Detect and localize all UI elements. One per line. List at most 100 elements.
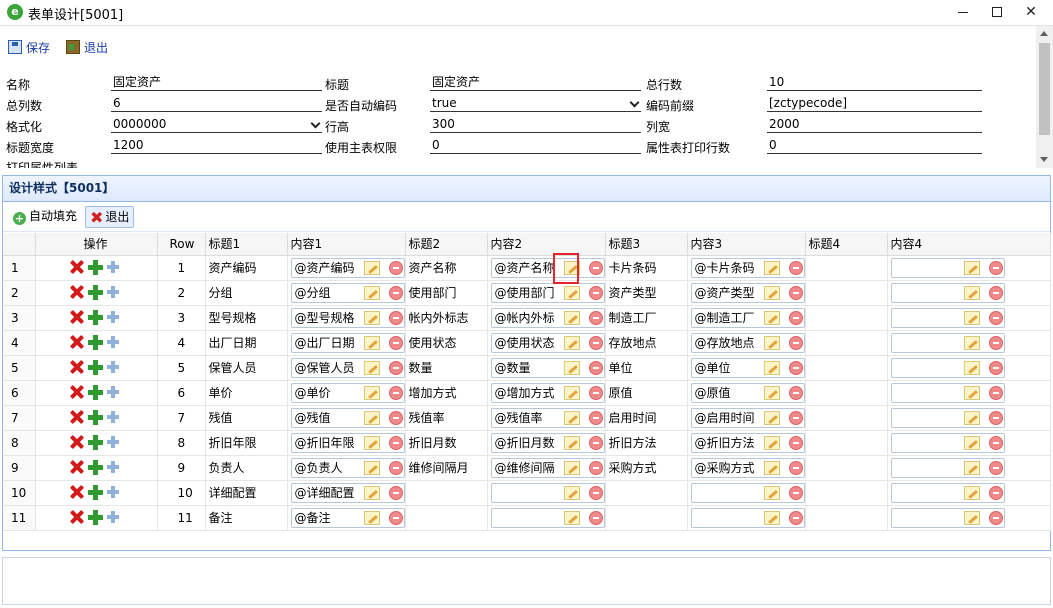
title-cell[interactable]: 制造工厂 <box>605 305 688 331</box>
pencil-icon[interactable] <box>763 386 780 400</box>
content-input[interactable]: @资产名称 <box>490 258 604 278</box>
pencil-icon[interactable] <box>763 311 780 325</box>
content-input[interactable]: @折旧月数 <box>490 433 604 453</box>
remove-icon[interactable] <box>988 311 1003 325</box>
remove-icon[interactable] <box>388 261 403 275</box>
form-scrollbar[interactable] <box>1036 26 1053 168</box>
minimize-button[interactable] <box>946 0 980 25</box>
title-cell[interactable] <box>805 455 888 481</box>
content-input[interactable] <box>890 308 1005 328</box>
pencil-icon[interactable] <box>563 411 580 425</box>
content-input[interactable]: @备注 <box>290 508 404 528</box>
content-input[interactable] <box>890 258 1005 278</box>
title-cell[interactable]: 残值率 <box>405 405 488 431</box>
pencil-icon[interactable] <box>963 511 980 525</box>
remove-icon[interactable] <box>388 286 403 300</box>
content-input[interactable] <box>890 358 1005 378</box>
content-input[interactable]: @折旧方法 <box>690 433 804 453</box>
col-header-title2[interactable]: 标题2 <box>405 233 488 256</box>
delete-row-icon[interactable] <box>70 285 84 299</box>
pencil-icon[interactable] <box>763 411 780 425</box>
remove-icon[interactable] <box>588 311 603 325</box>
remove-icon[interactable] <box>388 336 403 350</box>
name-field[interactable]: 固定资产 <box>111 74 322 91</box>
title-cell[interactable]: 资产编码 <box>205 255 288 281</box>
insert-row-icon[interactable] <box>106 260 120 274</box>
add-row-icon[interactable] <box>87 335 103 350</box>
content-input[interactable]: @卡片条码 <box>690 258 804 278</box>
title-cell[interactable]: 折旧方法 <box>605 430 688 456</box>
scroll-thumb[interactable] <box>1039 43 1050 135</box>
pencil-icon[interactable] <box>563 386 580 400</box>
title-cell[interactable] <box>405 480 488 506</box>
title-field[interactable]: 固定资产 <box>430 74 641 91</box>
title-cell[interactable]: 出厂日期 <box>205 330 288 356</box>
content-input[interactable]: @资产类型 <box>690 283 804 303</box>
remove-icon[interactable] <box>788 336 803 350</box>
title-cell[interactable] <box>605 480 688 506</box>
content-input[interactable]: @单位 <box>690 358 804 378</box>
title-cell[interactable]: 采购方式 <box>605 455 688 481</box>
content-input[interactable]: @出厂日期 <box>290 333 404 353</box>
title-cell[interactable] <box>805 480 888 506</box>
pencil-icon[interactable] <box>563 461 580 475</box>
content-input[interactable]: @增加方式 <box>490 383 604 403</box>
content-input[interactable]: @启用时间 <box>690 408 804 428</box>
content-input[interactable]: @负责人 <box>290 458 404 478</box>
scroll-up-icon[interactable] <box>1040 31 1048 36</box>
total-cols-field[interactable]: 6 <box>111 95 322 112</box>
pencil-icon[interactable] <box>763 461 780 475</box>
content-input[interactable]: @原值 <box>690 383 804 403</box>
delete-row-icon[interactable] <box>70 485 84 499</box>
title-cell[interactable]: 分组 <box>205 280 288 306</box>
title-cell[interactable]: 使用状态 <box>405 330 488 356</box>
title-cell[interactable] <box>805 305 888 331</box>
content-input[interactable]: @维修间隔 <box>490 458 604 478</box>
pencil-icon[interactable] <box>363 361 380 375</box>
auto-code-select[interactable]: true <box>430 95 641 112</box>
col-header-title1[interactable]: 标题1 <box>205 233 288 256</box>
remove-icon[interactable] <box>988 361 1003 375</box>
pencil-icon[interactable] <box>563 361 580 375</box>
content-input[interactable] <box>890 333 1005 353</box>
title-cell[interactable]: 原值 <box>605 380 688 406</box>
insert-row-icon[interactable] <box>106 310 120 324</box>
remove-icon[interactable] <box>388 386 403 400</box>
pencil-icon[interactable] <box>363 411 380 425</box>
remove-icon[interactable] <box>388 411 403 425</box>
title-cell[interactable] <box>405 505 488 531</box>
content-input[interactable] <box>890 483 1005 503</box>
add-row-icon[interactable] <box>87 510 103 525</box>
pencil-icon[interactable] <box>363 311 380 325</box>
remove-icon[interactable] <box>988 511 1003 525</box>
remove-icon[interactable] <box>788 411 803 425</box>
content-input[interactable]: @采购方式 <box>690 458 804 478</box>
row-height-field[interactable]: 300 <box>430 116 641 133</box>
title-cell[interactable]: 保管人员 <box>205 355 288 381</box>
col-header-title3[interactable]: 标题3 <box>605 233 688 256</box>
title-cell[interactable]: 使用部门 <box>405 280 488 306</box>
pencil-icon[interactable] <box>563 511 580 525</box>
pencil-icon[interactable] <box>963 261 980 275</box>
pencil-icon[interactable] <box>363 336 380 350</box>
remove-icon[interactable] <box>588 486 603 500</box>
pencil-icon[interactable] <box>363 436 380 450</box>
pencil-icon[interactable] <box>763 436 780 450</box>
content-input[interactable] <box>890 383 1005 403</box>
design-exit-button[interactable]: ✖ 退出 <box>85 206 135 228</box>
pencil-icon[interactable] <box>363 286 380 300</box>
remove-icon[interactable] <box>588 286 603 300</box>
title-cell[interactable]: 型号规格 <box>205 305 288 331</box>
title-cell[interactable]: 单位 <box>605 355 688 381</box>
pencil-icon[interactable] <box>563 286 580 300</box>
content-input[interactable]: @资产编码 <box>290 258 404 278</box>
remove-icon[interactable] <box>388 361 403 375</box>
pencil-icon[interactable] <box>963 486 980 500</box>
pencil-icon[interactable] <box>363 261 380 275</box>
title-cell[interactable]: 资产类型 <box>605 280 688 306</box>
remove-icon[interactable] <box>988 461 1003 475</box>
pencil-icon[interactable] <box>763 361 780 375</box>
remove-icon[interactable] <box>988 336 1003 350</box>
content-input[interactable]: @残值率 <box>490 408 604 428</box>
remove-icon[interactable] <box>388 461 403 475</box>
